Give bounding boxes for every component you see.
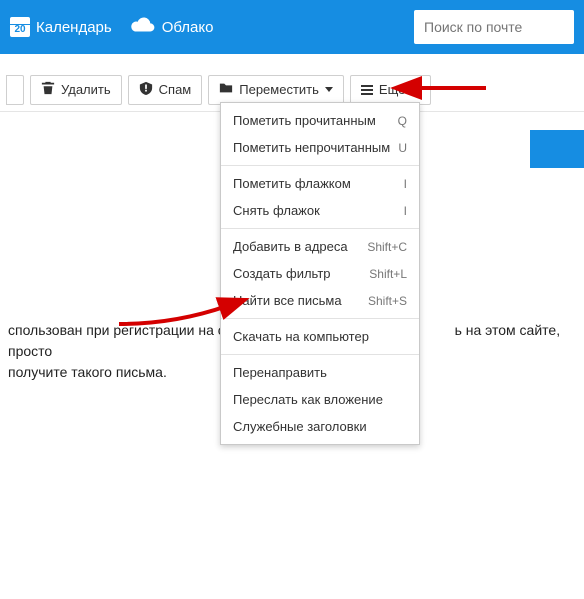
menu-item-shortcut: Q <box>398 114 407 128</box>
menu-item-label: Пометить флажком <box>233 176 351 191</box>
menu-item[interactable]: Служебные заголовки <box>221 413 419 440</box>
menu-item[interactable]: Пометить флажком I <box>221 170 419 197</box>
calendar-label: Календарь <box>36 19 112 36</box>
menu-item-shortcut: I <box>404 177 407 191</box>
menu-item-label: Служебные заголовки <box>233 419 367 434</box>
menu-item-label: Пометить непрочитанным <box>233 140 390 155</box>
banner-strip <box>530 130 584 168</box>
menu-item-shortcut: U <box>398 141 407 155</box>
cloud-label: Облако <box>162 19 214 36</box>
menu-item[interactable]: Добавить в адреса Shift+C <box>221 233 419 260</box>
menu-icon <box>361 85 373 95</box>
trash-icon <box>41 81 55 98</box>
spam-button[interactable]: Спам <box>128 75 203 105</box>
menu-item[interactable]: Переслать как вложение <box>221 386 419 413</box>
delete-button[interactable]: Удалить <box>30 75 122 105</box>
menu-item-label: Создать фильтр <box>233 266 331 281</box>
menu-item-shortcut: Shift+S <box>368 294 407 308</box>
menu-item[interactable]: Создать фильтр Shift+L <box>221 260 419 287</box>
menu-separator <box>221 318 419 319</box>
menu-item-label: Скачать на компьютер <box>233 329 369 344</box>
calendar-nav[interactable]: 20 Календарь <box>10 17 112 37</box>
menu-item-label: Переслать как вложение <box>233 392 383 407</box>
menu-item[interactable]: Снять флажок I <box>221 197 419 224</box>
prev-button[interactable] <box>6 75 24 105</box>
menu-item-label: Пометить прочитанным <box>233 113 376 128</box>
menu-item-label: Добавить в адреса <box>233 239 348 254</box>
menu-item-shortcut: Shift+C <box>367 240 407 254</box>
more-button[interactable]: Ещё <box>350 75 431 105</box>
folder-icon <box>219 81 233 98</box>
chevron-down-icon <box>325 87 333 92</box>
menu-separator <box>221 354 419 355</box>
more-menu: Пометить прочитанным Q Пометить непрочитан… <box>220 102 420 445</box>
calendar-icon: 20 <box>10 17 30 37</box>
menu-item-label: Перенаправить <box>233 365 327 380</box>
cloud-nav[interactable]: Облако <box>130 16 214 38</box>
menu-item-label: Найти все письма <box>233 293 342 308</box>
menu-item[interactable]: Пометить прочитанным Q <box>221 107 419 134</box>
menu-item[interactable]: Найти все письма Shift+S <box>221 287 419 314</box>
menu-item-label: Снять флажок <box>233 203 320 218</box>
spam-icon <box>139 81 153 98</box>
menu-item[interactable]: Пометить непрочитанным U <box>221 134 419 161</box>
menu-separator <box>221 228 419 229</box>
chevron-down-icon <box>412 87 420 92</box>
cloud-icon <box>130 16 156 38</box>
menu-item-shortcut: I <box>404 204 407 218</box>
search-wrap <box>414 10 574 44</box>
menu-item-shortcut: Shift+L <box>369 267 407 281</box>
top-header: 20 Календарь Облако <box>0 0 584 54</box>
move-button[interactable]: Переместить <box>208 75 344 105</box>
menu-item[interactable]: Скачать на компьютер <box>221 323 419 350</box>
search-input[interactable] <box>414 10 574 44</box>
menu-item[interactable]: Перенаправить <box>221 359 419 386</box>
menu-separator <box>221 165 419 166</box>
